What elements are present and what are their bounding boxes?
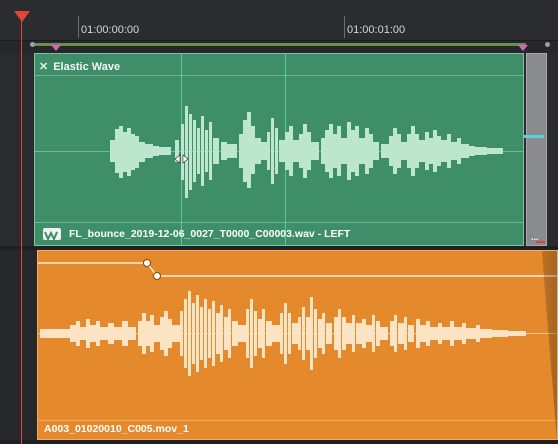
timeline-ruler[interactable]: 01:00:00:00 01:00:01:00 (0, 0, 558, 41)
audio-clip-green[interactable]: ✕ Elastic Wave FL_bounce_2019-12-06_0027_… (34, 53, 524, 247)
range-start-handle[interactable] (30, 42, 35, 47)
cursor-icon (174, 154, 189, 164)
link-indicator (524, 135, 544, 138)
ruler-major-tick (344, 16, 345, 38)
clip-filename: A003_01020010_C005.mov_1 (44, 423, 189, 435)
playhead-line[interactable] (21, 18, 22, 444)
audio-clip-orange[interactable]: A003_01020010_C005.mov_1 (37, 250, 558, 440)
waveform-icon (43, 228, 61, 242)
clip-footer-divider (38, 420, 557, 421)
playhead-handle[interactable] (14, 11, 30, 22)
adjacent-clip[interactable] (526, 53, 547, 246)
marker-icon[interactable] (518, 45, 528, 51)
timeline-bottom-edge (0, 440, 558, 444)
timecode-label: 01:00:01:00 (347, 24, 406, 36)
waveform-green (110, 106, 503, 198)
in-out-range-bar[interactable] (33, 43, 526, 46)
waveform-orange (40, 291, 526, 376)
clip-end-indicator (536, 241, 545, 243)
clip-footer-divider (35, 222, 523, 223)
marker-icon[interactable] (51, 45, 61, 51)
ruler-major-tick (78, 16, 79, 38)
timecode-label: 01:00:00:00 (81, 24, 140, 36)
clip-filename: FL_bounce_2019-12-06_0027_T0000_C00003.w… (69, 228, 351, 240)
range-end-handle[interactable] (545, 42, 550, 47)
